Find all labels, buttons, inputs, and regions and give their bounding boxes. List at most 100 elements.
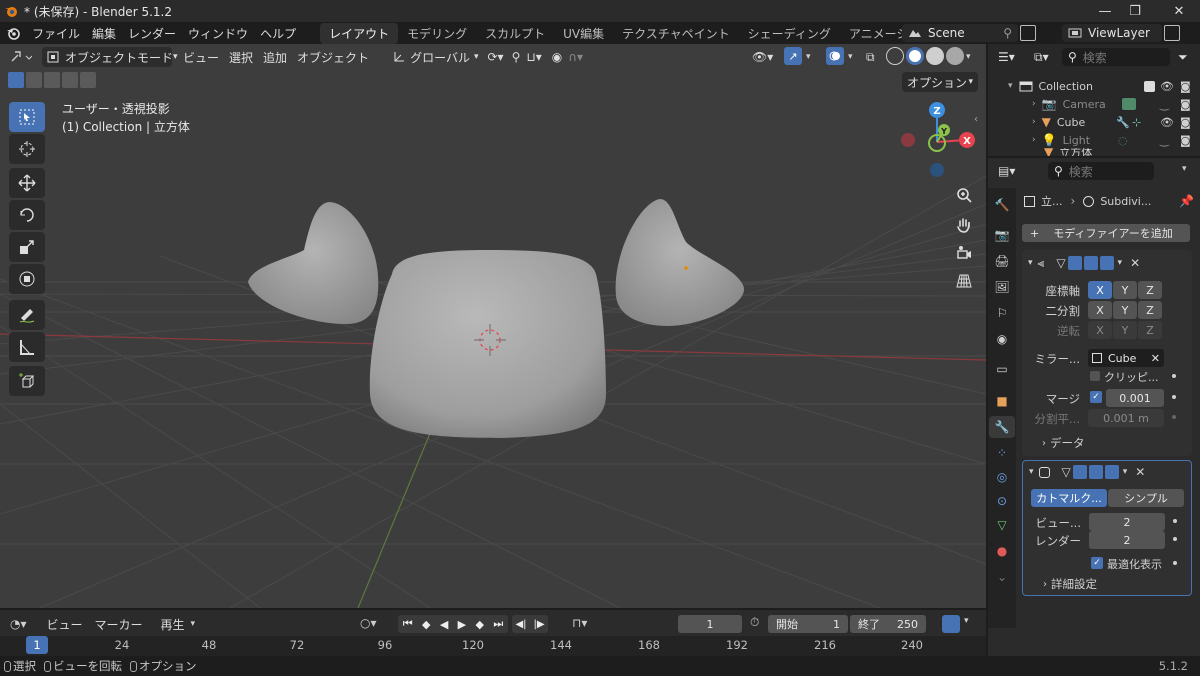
chevron-down-icon[interactable]: ▾ xyxy=(1182,164,1187,174)
outliner-item-cube-jp[interactable]: ▼ 立方体 xyxy=(1032,148,1200,156)
world-tab-icon[interactable]: ◉ xyxy=(989,328,1015,350)
axis-z-toggle[interactable]: Z xyxy=(1138,281,1162,299)
particles-tab-icon[interactable]: ⁘ xyxy=(989,442,1015,464)
expand-icon[interactable]: › xyxy=(1032,117,1036,127)
cursor-tool[interactable] xyxy=(9,134,45,164)
add-modifier-button[interactable]: + モディファイアーを追加 xyxy=(1022,224,1190,242)
chevron-down-icon[interactable]: ▾ xyxy=(966,52,971,62)
edit-mode-toggle-icon[interactable]: ▽ xyxy=(1056,256,1065,270)
camera-render-icon[interactable]: ◙ xyxy=(1180,98,1191,111)
select-intersect-icon[interactable] xyxy=(80,72,96,88)
tab-shading[interactable]: シェーディング xyxy=(739,23,840,44)
tab-sculpting[interactable]: スカルプト xyxy=(476,23,554,44)
snap-target-icon[interactable]: ⊔▾ xyxy=(526,50,541,64)
flip-y-toggle[interactable]: Y xyxy=(1113,321,1137,339)
timeline-overlay-icon[interactable] xyxy=(942,615,960,633)
add-cube-tool[interactable] xyxy=(9,366,45,396)
snap-timeline-icon[interactable]: ⊓▾ xyxy=(572,616,587,630)
checkbox-icon[interactable] xyxy=(1144,80,1155,92)
snap-icon[interactable]: ⚲ xyxy=(512,50,521,64)
cage-toggle-icon[interactable] xyxy=(1067,256,1082,270)
outliner-type-icon[interactable]: ☰▾ xyxy=(998,50,1015,64)
cage-toggle-icon[interactable] xyxy=(1072,465,1087,479)
physics-tab-icon[interactable]: ◎ xyxy=(989,466,1015,488)
constraints-tab-icon[interactable]: ⊙ xyxy=(989,490,1015,512)
playhead[interactable]: 1 xyxy=(26,636,48,654)
eye-icon[interactable]: 👁 xyxy=(1160,80,1174,93)
current-frame-field[interactable]: 1 xyxy=(678,615,742,633)
camera-render-icon[interactable]: ◙ xyxy=(1180,116,1191,129)
next-key-icon[interactable]: |▶ xyxy=(533,619,544,630)
perspective-toggle-button[interactable] xyxy=(951,268,977,294)
proportional-edit-icon[interactable]: ◉ xyxy=(552,50,562,64)
falloff-icon[interactable]: ∩▾ xyxy=(568,50,583,64)
tab-layout[interactable]: レイアウト xyxy=(320,22,399,44)
rotate-tool[interactable] xyxy=(9,200,45,230)
more-tabs-icon[interactable]: ⌄ xyxy=(989,566,1015,588)
pan-button[interactable] xyxy=(951,212,977,238)
collapse-sidebar-icon[interactable]: ‹ xyxy=(974,114,978,125)
solid-shading-icon[interactable] xyxy=(906,47,924,65)
auto-keying-icon[interactable]: ○▾ xyxy=(360,616,377,630)
data-tab-icon[interactable]: ▽ xyxy=(989,514,1015,536)
new-view-layer-icon[interactable] xyxy=(1164,25,1180,41)
new-scene-icon[interactable] xyxy=(1020,25,1036,41)
expand-icon[interactable]: › xyxy=(1032,135,1036,145)
remove-modifier-icon[interactable]: ✕ xyxy=(1130,256,1140,270)
catmull-clark-toggle[interactable]: カトマルク... xyxy=(1031,489,1107,507)
measure-tool[interactable] xyxy=(9,332,45,362)
collection-tab-icon[interactable]: ▭ xyxy=(989,358,1015,380)
keyframe-dot[interactable] xyxy=(1172,395,1176,399)
menu-file[interactable]: ファイル xyxy=(26,25,86,42)
select-extend-icon[interactable] xyxy=(26,72,42,88)
clear-icon[interactable]: ✕ xyxy=(1151,352,1160,365)
render-toggle-icon[interactable] xyxy=(1104,465,1119,479)
editor-type-icon[interactable] xyxy=(10,50,32,64)
scale-tool[interactable] xyxy=(9,232,45,262)
select-subtract-icon[interactable] xyxy=(44,72,60,88)
prev-key-icon[interactable]: ◀| xyxy=(515,619,526,630)
advanced-subpanel-header[interactable]: › 詳細設定 xyxy=(1043,575,1097,593)
render-toggle-icon[interactable] xyxy=(1099,256,1114,270)
keyframe-dot[interactable] xyxy=(1173,561,1177,565)
filter-display-icon[interactable]: ⧉▾ xyxy=(1034,50,1049,65)
visibility-icon[interactable]: 👁▾ xyxy=(752,50,773,64)
menu-render[interactable]: レンダー xyxy=(122,25,182,42)
select-invert-icon[interactable] xyxy=(62,72,78,88)
timeline-editor-icon[interactable]: ◔▾ xyxy=(10,617,27,631)
output-tab-icon[interactable]: 🖨 xyxy=(989,250,1015,272)
camera-render-icon[interactable]: ◙ xyxy=(1180,80,1191,93)
tool-tab-icon[interactable]: 🔨 xyxy=(989,194,1015,216)
filter-icon[interactable]: ⏷ xyxy=(1178,50,1188,65)
tab-uv-editing[interactable]: UV編集 xyxy=(554,23,613,44)
play-reverse-icon[interactable]: ◀ xyxy=(440,618,448,631)
viewport-toggle-icon[interactable] xyxy=(1088,465,1103,479)
keyframe-dot[interactable] xyxy=(1172,415,1176,419)
viewport-levels-field[interactable]: 2 xyxy=(1089,513,1165,531)
keyframe-dot[interactable] xyxy=(1172,374,1176,378)
menu-add[interactable]: 追加 xyxy=(258,47,292,67)
camera-view-button[interactable] xyxy=(951,240,977,266)
mirror-object-field[interactable]: Cube ✕ xyxy=(1088,349,1164,367)
object-tab-icon[interactable]: ■ xyxy=(989,390,1015,412)
camera-render-icon[interactable]: ◙ xyxy=(1180,134,1191,147)
select-tool[interactable] xyxy=(9,102,45,132)
bisect-distance-field[interactable]: 0.001 m xyxy=(1088,409,1164,427)
view-layer-selector[interactable]: ViewLayer xyxy=(1062,24,1162,42)
overlay-toggle-icon[interactable] xyxy=(826,47,844,65)
tab-modeling[interactable]: モデリング xyxy=(398,23,476,44)
wireframe-shading-icon[interactable] xyxy=(886,47,904,65)
menu-select[interactable]: 選択 xyxy=(224,47,258,67)
move-tool[interactable] xyxy=(9,168,45,198)
collapse-icon[interactable]: ▾ xyxy=(1028,258,1033,268)
expand-icon[interactable]: ▾ xyxy=(1008,81,1013,91)
outliner-item-camera[interactable]: › 📷 Camera ‿ ◙ xyxy=(1032,95,1200,113)
blender-menu-icon[interactable] xyxy=(6,26,20,40)
bisect-x-toggle[interactable]: X xyxy=(1088,301,1112,319)
view-layer-tab-icon[interactable]: 🖼 xyxy=(989,276,1015,298)
outliner-item-cube[interactable]: › ▼ Cube 🔧 ⊹ 👁 ◙ xyxy=(1032,113,1200,131)
maximize-button[interactable]: ❐ xyxy=(1116,0,1154,22)
timeline-menu-playback[interactable]: 再生 xyxy=(155,616,191,633)
options-dropdown[interactable]: オプション ▾ xyxy=(902,72,978,92)
menu-edit[interactable]: 編集 xyxy=(86,25,122,42)
